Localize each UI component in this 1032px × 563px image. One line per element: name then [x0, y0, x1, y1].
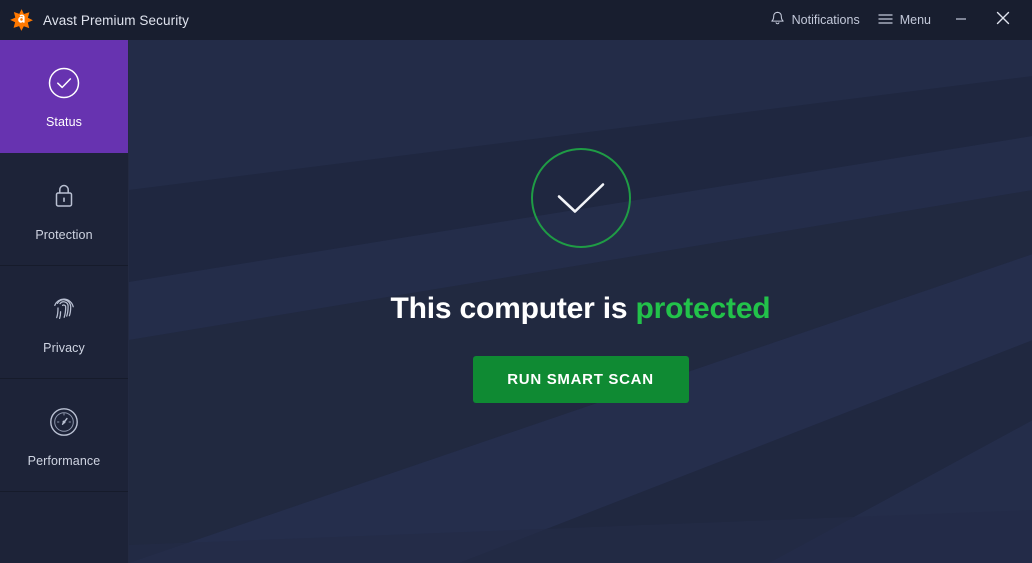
headline-status: protected [635, 292, 771, 325]
minimize-button[interactable] [940, 0, 982, 40]
menu-label: Menu [899, 12, 931, 27]
sidebar-item-label: Status [45, 115, 83, 129]
sidebar-item-protection[interactable]: Protection [0, 153, 128, 266]
sidebar-item-performance[interactable]: Performance [0, 379, 128, 492]
close-icon [993, 8, 1013, 33]
sidebar-item-label: Protection [35, 228, 93, 242]
title-bar-actions: Notifications Menu [761, 0, 1024, 40]
main-content-panel: This computer is protected RUN SMART SCA… [129, 40, 1032, 563]
minimize-icon [953, 10, 969, 31]
notifications-button[interactable]: Notifications [761, 5, 869, 36]
hamburger-menu-icon [878, 13, 893, 28]
sidebar-item-status[interactable]: Status [0, 40, 128, 153]
app-brand: Avast Premium Security [10, 8, 189, 32]
lock-icon [44, 176, 84, 216]
run-smart-scan-button[interactable]: RUN SMART SCAN [472, 356, 689, 403]
avast-logo-icon [10, 8, 34, 32]
check-circle-large-icon [530, 148, 631, 248]
sidebar-navigation: Status Protection Privacy Performance [0, 40, 129, 563]
sidebar-item-label: Performance [27, 454, 101, 468]
speedometer-icon [44, 402, 84, 442]
sidebar-item-privacy[interactable]: Privacy [0, 266, 128, 379]
title-bar: Avast Premium Security Notifications Men… [0, 0, 1032, 40]
app-title: Avast Premium Security [43, 12, 189, 28]
headline-prefix: This computer is [390, 292, 628, 325]
sidebar-item-label: Privacy [43, 341, 85, 355]
status-content: This computer is protected RUN SMART SCA… [129, 40, 1032, 563]
circle-check-icon [44, 63, 84, 103]
sidebar-empty-area [0, 492, 128, 563]
bell-icon [770, 11, 785, 30]
menu-button[interactable]: Menu [869, 7, 940, 34]
status-headline: This computer is protected [391, 292, 771, 326]
close-button[interactable] [982, 0, 1024, 40]
notifications-label: Notifications [791, 12, 860, 27]
window-body: Status Protection Privacy Performance Th… [0, 40, 1032, 563]
avast-main-window: Avast Premium Security Notifications Men… [0, 0, 1032, 563]
fingerprint-icon [44, 289, 84, 329]
